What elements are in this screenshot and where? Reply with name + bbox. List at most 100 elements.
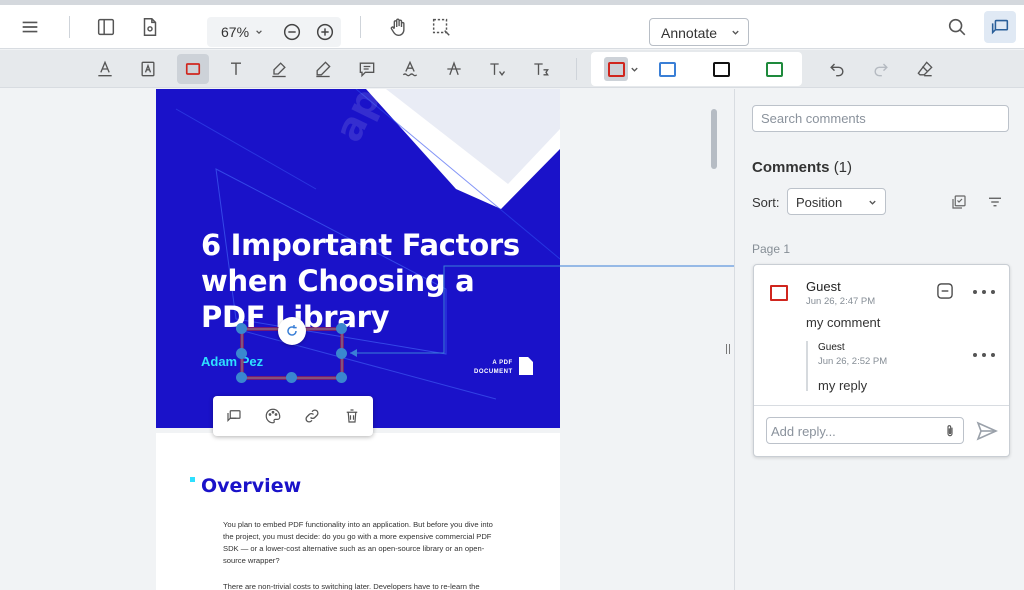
- note-date: Jun 26, 2:47 PM: [806, 296, 876, 307]
- annotation-popup: [213, 396, 373, 436]
- strikeout-icon[interactable]: [438, 54, 470, 84]
- rectangle-annotation-icon: [770, 285, 788, 301]
- rectangle-tool-icon[interactable]: [177, 54, 209, 84]
- add-reply-input[interactable]: Add reply...: [766, 417, 964, 444]
- multi-select-icon[interactable]: [949, 192, 969, 212]
- resize-handle[interactable]: [336, 372, 347, 383]
- preset-green[interactable]: [764, 59, 784, 79]
- zoom-control: 67%: [207, 17, 341, 47]
- mode-dropdown-value: Annotate: [661, 25, 718, 41]
- style-presets: [591, 52, 802, 86]
- preset-black-swatch: [712, 61, 730, 77]
- page-group-label: Page 1: [752, 242, 791, 256]
- divider: [69, 16, 70, 38]
- free-text-icon[interactable]: [220, 54, 252, 84]
- comment-icon[interactable]: [223, 405, 245, 427]
- header-toolbar: 67% Annotate: [0, 5, 1024, 49]
- divider: [754, 405, 1009, 406]
- sort-dropdown[interactable]: Position: [787, 188, 886, 215]
- reply-date: Jun 26, 2:52 PM: [818, 356, 888, 367]
- notes-panel: Search comments Comments (1) Sort: Posit…: [734, 89, 1024, 590]
- preset-red[interactable]: [604, 57, 628, 81]
- scrollbar-thumb[interactable]: [711, 109, 717, 169]
- search-icon[interactable]: [941, 11, 973, 43]
- link-icon[interactable]: [301, 405, 323, 427]
- mode-dropdown[interactable]: Annotate: [649, 18, 749, 46]
- replace-text-icon[interactable]: [525, 54, 557, 84]
- page-1[interactable]: apryse 6 Important Factors when Choosing…: [156, 89, 560, 428]
- rotate-handle[interactable]: [278, 317, 306, 345]
- reply-author: Guest: [818, 342, 845, 353]
- preset-black[interactable]: [711, 59, 731, 79]
- send-icon[interactable]: [975, 419, 999, 443]
- document-label-line2: DOCUMENT: [474, 369, 513, 375]
- document-settings-icon[interactable]: [134, 11, 166, 43]
- resize-handle[interactable]: [336, 323, 347, 334]
- trash-icon[interactable]: [341, 405, 363, 427]
- preset-blue[interactable]: [657, 59, 677, 79]
- highlight-icon[interactable]: [263, 54, 295, 84]
- note-card[interactable]: Guest Jun 26, 2:47 PM my comment Guest J…: [753, 264, 1010, 457]
- reply-more-options-icon[interactable]: [973, 350, 995, 360]
- zoom-in-icon[interactable]: [309, 16, 341, 48]
- paragraph: There are non-trivial costs to switching…: [223, 582, 480, 590]
- panel-resize-handle[interactable]: [725, 344, 731, 354]
- preset-green-swatch: [765, 61, 783, 77]
- pan-tool-icon[interactable]: [382, 11, 414, 43]
- comments-title-label: Comments: [752, 159, 830, 176]
- annotation-toolbar: [0, 50, 1024, 88]
- cover-title: 6 Important Factors when Choosing a PDF …: [201, 228, 520, 334]
- chevron-down-icon: [869, 200, 876, 205]
- eraser-icon[interactable]: [909, 54, 941, 84]
- zoom-out-icon[interactable]: [276, 16, 308, 48]
- note-more-options-icon[interactable]: [973, 287, 995, 297]
- sticky-note-icon[interactable]: [351, 54, 383, 84]
- sort-label: Sort:: [752, 195, 780, 210]
- cover-author: Adam Pez: [201, 354, 264, 369]
- document-label: A PDF DOCUMENT: [474, 359, 513, 377]
- resize-handle[interactable]: [236, 372, 247, 383]
- freehand-icon[interactable]: [307, 54, 339, 84]
- redo-icon[interactable]: [865, 54, 897, 84]
- zoom-value[interactable]: 67%: [221, 24, 249, 40]
- sort-dropdown-value: Position: [796, 195, 843, 210]
- resize-handle[interactable]: [286, 372, 297, 383]
- resize-handle[interactable]: [236, 323, 247, 334]
- note-content: my comment: [806, 315, 881, 330]
- paragraph: You plan to embed PDF functionality into…: [223, 520, 493, 565]
- comments-count: (1): [833, 159, 853, 176]
- note-author: Guest: [806, 279, 841, 294]
- resize-handle[interactable]: [236, 348, 247, 359]
- undo-icon[interactable]: [821, 54, 853, 84]
- chevron-down-icon[interactable]: [630, 65, 639, 74]
- resize-handle[interactable]: [336, 348, 347, 359]
- marquee-select-icon[interactable]: [425, 11, 457, 43]
- chevron-down-icon: [732, 30, 739, 35]
- search-comments-input[interactable]: Search comments: [752, 105, 1009, 132]
- reply-content: my reply: [818, 378, 868, 393]
- document-viewer[interactable]: apryse 6 Important Factors when Choosing…: [0, 89, 734, 590]
- left-panel-icon[interactable]: [90, 11, 122, 43]
- filter-icon[interactable]: [985, 192, 1005, 212]
- page-2[interactable]: Overview You plan to embed PDF functiona…: [156, 433, 560, 590]
- menu-icon[interactable]: [14, 11, 46, 43]
- rotate-icon: [287, 325, 297, 336]
- free-text-underline-icon[interactable]: [89, 54, 121, 84]
- comments-title: Comments (1): [752, 159, 852, 176]
- comments-panel-toggle-icon[interactable]: [984, 11, 1016, 43]
- note-status-icon[interactable]: [934, 280, 956, 302]
- preset-blue-swatch: [658, 61, 676, 77]
- heading-marker: [190, 477, 195, 482]
- section-heading: Overview: [201, 475, 302, 497]
- document-label-line1: A PDF: [492, 360, 513, 366]
- palette-icon[interactable]: [262, 405, 284, 427]
- reply-indent-bar: [806, 341, 808, 391]
- attachment-icon[interactable]: [942, 423, 958, 439]
- insert-text-icon[interactable]: [481, 54, 513, 84]
- text-box-icon[interactable]: [132, 54, 164, 84]
- chevron-down-icon[interactable]: [255, 28, 263, 36]
- squiggly-icon[interactable]: [394, 54, 426, 84]
- divider: [360, 16, 361, 38]
- preset-red-swatch: [607, 61, 625, 77]
- divider: [576, 58, 577, 80]
